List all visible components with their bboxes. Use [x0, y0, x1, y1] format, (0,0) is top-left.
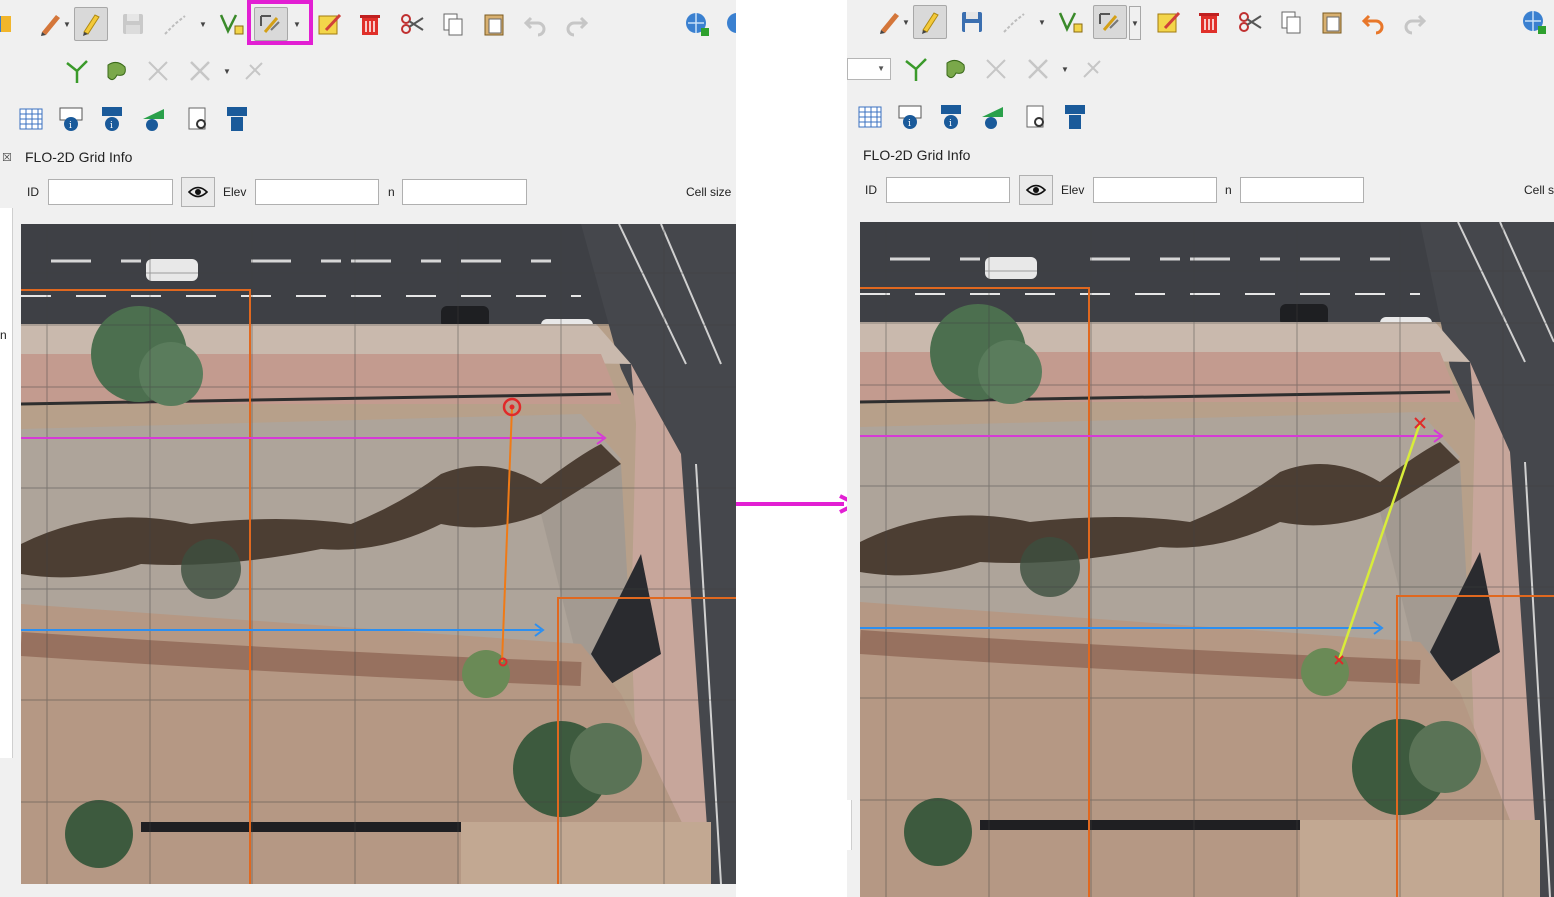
eye-button[interactable] [1019, 175, 1053, 205]
grid-info-icon[interactable]: i [54, 102, 88, 136]
dock-edge [0, 208, 13, 758]
vertex-tool-icon[interactable] [1054, 5, 1088, 39]
n-field[interactable] [1240, 177, 1364, 203]
svg-text:i: i [69, 121, 72, 131]
offset-icon[interactable] [1021, 52, 1055, 86]
map-canvas[interactable] [21, 224, 736, 884]
delete-part-icon[interactable] [141, 54, 175, 88]
grid-info-title: FLO-2D Grid Info [25, 149, 133, 165]
n-field[interactable] [402, 179, 527, 205]
advanced-digitizing-toolbar: ▼ ▼ [0, 48, 736, 130]
svg-text:i: i [908, 119, 911, 129]
save-edits-icon[interactable] [116, 7, 150, 41]
delete-selected-icon[interactable] [353, 7, 387, 41]
profile-info-icon[interactable] [976, 100, 1010, 134]
copy-features-icon[interactable] [1274, 5, 1308, 39]
close-icon[interactable]: ☒ [2, 151, 12, 164]
cut-features-icon[interactable] [1233, 5, 1267, 39]
trim-icon[interactable] [1075, 52, 1109, 86]
chevron-down-icon[interactable]: ▼ [62, 7, 72, 41]
modify-attributes-icon[interactable] [313, 7, 347, 41]
flo-info-icon[interactable]: i [95, 102, 129, 136]
chevron-down-icon[interactable]: ▼ [1060, 52, 1070, 86]
delete-part-icon[interactable] [979, 52, 1013, 86]
vertex-tool-icon[interactable] [215, 7, 249, 41]
cell-size-label: Cell size [686, 185, 732, 199]
id-field[interactable] [886, 177, 1010, 203]
flo2d-toolbar: i i [0, 96, 736, 142]
redo-icon[interactable] [1397, 5, 1431, 39]
globe-icon[interactable] [720, 7, 736, 41]
transition-arrow [736, 494, 860, 514]
toggle-editing-icon[interactable] [74, 7, 108, 41]
n-label: n [388, 185, 395, 199]
id-label: ID [865, 183, 877, 197]
attribute-table-icon[interactable] [14, 102, 48, 136]
schematize-tool-icon[interactable] [1093, 5, 1127, 39]
id-label: ID [27, 185, 39, 199]
elev-label: Elev [1061, 183, 1085, 197]
n-label: n [1225, 183, 1232, 197]
eye-button[interactable] [181, 177, 215, 207]
digitize-line-icon[interactable] [158, 7, 192, 41]
id-field[interactable] [48, 179, 173, 205]
profile-info-icon[interactable] [137, 102, 171, 136]
paste-features-icon[interactable] [477, 7, 511, 41]
qgis-window-after: ▼ ▼ ▼ ▼ ▼ i i FLO-2D Grid Info ID Elev n… [847, 0, 1554, 897]
side-label: n [0, 328, 7, 342]
split-features-icon[interactable] [939, 52, 973, 86]
chevron-down-icon[interactable]: ▼ [901, 5, 911, 39]
paste-features-icon[interactable] [1315, 5, 1349, 39]
chevron-down-icon[interactable]: ▼ [222, 54, 232, 88]
trim-icon[interactable] [237, 54, 271, 88]
cut-features-icon[interactable] [395, 7, 429, 41]
digitizing-toolbar: ▼ ▼ ▼ [0, 0, 736, 49]
flo2d-toolbar: i i [847, 96, 1554, 142]
advanced-digitizing-toolbar: ▼ ▼ [847, 48, 1554, 97]
split-features-icon[interactable] [100, 54, 134, 88]
elev-label: Elev [223, 185, 247, 199]
chevron-down-icon[interactable]: ▼ [1129, 6, 1141, 40]
copy-features-icon[interactable] [436, 7, 470, 41]
redo-icon[interactable] [559, 7, 593, 41]
flo-help-icon[interactable] [220, 102, 254, 136]
grid-info-icon[interactable]: i [893, 100, 927, 134]
dock-edge [847, 800, 852, 850]
delete-selected-icon[interactable] [1192, 5, 1226, 39]
elev-field[interactable] [1093, 177, 1217, 203]
snapping-combo[interactable]: ▼ [847, 58, 891, 80]
svg-text:i: i [949, 119, 952, 129]
eye-icon [1026, 184, 1046, 196]
chevron-down-icon[interactable]: ▼ [1037, 5, 1047, 39]
attribute-table-icon[interactable] [853, 100, 887, 134]
identify-icon[interactable] [1019, 100, 1053, 134]
offset-icon[interactable] [183, 54, 217, 88]
modify-attributes-icon[interactable] [1152, 5, 1186, 39]
layer-icon[interactable] [0, 7, 20, 41]
undo-icon[interactable] [1357, 5, 1391, 39]
digitize-line-icon[interactable] [997, 5, 1031, 39]
eye-icon [188, 186, 208, 198]
svg-text:i: i [110, 121, 113, 131]
reshape-icon[interactable] [60, 54, 94, 88]
add-wms-layer-icon[interactable] [680, 7, 714, 41]
highlight-box [247, 0, 313, 45]
reshape-icon[interactable] [899, 52, 933, 86]
chevron-down-icon[interactable]: ▼ [198, 7, 208, 41]
save-edits-icon[interactable] [955, 5, 989, 39]
add-wms-layer-icon[interactable] [1517, 5, 1551, 39]
map-canvas[interactable] [860, 222, 1554, 897]
toggle-editing-icon[interactable] [913, 5, 947, 39]
grid-info-title: FLO-2D Grid Info [863, 147, 971, 163]
undo-icon[interactable] [519, 7, 553, 41]
flo-help-icon[interactable] [1058, 100, 1092, 134]
flo-info-icon[interactable]: i [934, 100, 968, 134]
cell-size-label: Cell s [1524, 183, 1554, 197]
qgis-window-before: ▼ ▼ ▼ ▼ ▼ i i n ☒ FLO-2 [0, 0, 736, 897]
identify-icon[interactable] [181, 102, 215, 136]
digitizing-toolbar: ▼ ▼ ▼ [847, 0, 1554, 49]
elev-field[interactable] [255, 179, 379, 205]
